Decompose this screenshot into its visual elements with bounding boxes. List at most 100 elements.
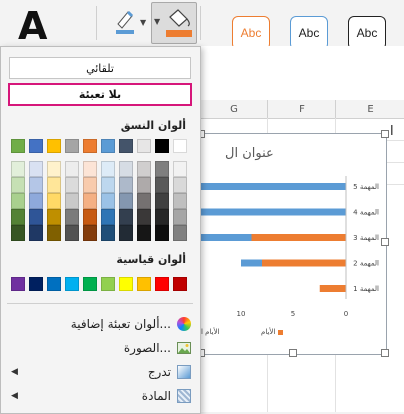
standard-color-swatch[interactable] [101, 277, 115, 291]
theme-shade-swatch[interactable] [11, 161, 25, 177]
theme-shade-swatch[interactable] [83, 161, 97, 177]
standard-color-swatch[interactable] [155, 277, 169, 291]
theme-shade-swatch[interactable] [29, 225, 43, 241]
bar-segment[interactable] [241, 259, 262, 267]
no-fill-button[interactable]: بلا تعبئة [8, 83, 192, 106]
theme-shade-swatch[interactable] [29, 209, 43, 225]
standard-color-swatch[interactable] [119, 277, 133, 291]
standard-color-swatch[interactable] [83, 277, 97, 291]
fill-color-button[interactable]: ▼ [151, 2, 197, 44]
resize-handle[interactable] [381, 238, 389, 246]
theme-shade-swatch[interactable] [65, 161, 79, 177]
theme-shade-swatch[interactable] [155, 161, 169, 177]
theme-shade-swatch[interactable] [137, 225, 151, 241]
automatic-button[interactable]: تلقائي [9, 57, 191, 79]
theme-shade-swatch[interactable] [119, 193, 133, 209]
theme-shade-swatch[interactable] [65, 209, 79, 225]
standard-color-swatch[interactable] [65, 277, 79, 291]
bar-segment[interactable] [251, 234, 347, 241]
theme-shade-swatch[interactable] [11, 225, 25, 241]
resize-handle[interactable] [289, 349, 297, 357]
theme-shade-swatch[interactable] [101, 209, 115, 225]
chart-area[interactable]: عنوان ال المهمة 5 المهمة 4 المهمة 3 المهمة … [200, 133, 387, 355]
theme-shade-swatch[interactable] [173, 193, 187, 209]
theme-shade-swatch[interactable] [155, 193, 169, 209]
column-header-g[interactable]: G [199, 100, 268, 119]
theme-shade-swatch[interactable] [155, 225, 169, 241]
theme-shade-swatch[interactable] [11, 177, 25, 193]
bar-segment[interactable] [319, 285, 346, 292]
theme-shade-swatch[interactable] [65, 177, 79, 193]
standard-color-swatch[interactable] [29, 277, 43, 291]
picture-item[interactable]: الصورة... [11, 339, 191, 357]
theme-color-swatch[interactable] [137, 139, 151, 153]
theme-shade-swatch[interactable] [173, 225, 187, 241]
column-header-e[interactable]: E [335, 100, 404, 119]
theme-shade-swatch[interactable] [101, 161, 115, 177]
theme-shade-swatch[interactable] [83, 193, 97, 209]
theme-shade-swatch[interactable] [137, 209, 151, 225]
shape-style-orange[interactable]: Abc [232, 16, 270, 50]
theme-shade-swatch[interactable] [47, 177, 61, 193]
texture-item[interactable]: المادة [11, 387, 191, 405]
shape-style-black[interactable]: Abc [348, 16, 386, 50]
theme-shade-swatch[interactable] [173, 161, 187, 177]
bar-segment[interactable] [201, 234, 252, 241]
theme-shade-swatch[interactable] [119, 177, 133, 193]
theme-shade-swatch[interactable] [137, 193, 151, 209]
theme-shade-swatch[interactable] [137, 161, 151, 177]
theme-shade-swatch[interactable] [173, 209, 187, 225]
standard-color-swatch[interactable] [173, 277, 187, 291]
theme-shade-swatch[interactable] [101, 225, 115, 241]
theme-shade-swatch[interactable] [155, 177, 169, 193]
standard-color-swatch[interactable] [11, 277, 25, 291]
theme-shade-swatch[interactable] [29, 177, 43, 193]
chevron-down-icon[interactable]: ▼ [140, 18, 146, 27]
chevron-down-icon[interactable]: ▼ [154, 17, 160, 26]
theme-color-swatch[interactable] [101, 139, 115, 153]
theme-shade-swatch[interactable] [47, 209, 61, 225]
standard-color-swatch[interactable] [47, 277, 61, 291]
theme-shade-swatch[interactable] [65, 225, 79, 241]
theme-shade-swatch[interactable] [83, 209, 97, 225]
theme-shade-swatch[interactable] [47, 193, 61, 209]
theme-shade-swatch[interactable] [11, 209, 25, 225]
theme-shade-swatch[interactable] [137, 177, 151, 193]
bar-segment[interactable] [201, 208, 346, 216]
theme-shade-swatch[interactable] [83, 225, 97, 241]
theme-shade-swatch[interactable] [47, 225, 61, 241]
line-color-button[interactable] [112, 6, 140, 40]
theme-shade-swatch[interactable] [119, 161, 133, 177]
theme-shade-swatch[interactable] [101, 193, 115, 209]
theme-shade-swatch[interactable] [47, 161, 61, 177]
more-fill-colors-item[interactable]: ألوان تعبئة إضافية... [11, 315, 191, 333]
bar-segment[interactable] [201, 183, 346, 190]
theme-color-swatch[interactable] [119, 139, 133, 153]
bar-segment[interactable] [262, 259, 346, 267]
theme-shade-swatch[interactable] [29, 193, 43, 209]
theme-color-swatch[interactable] [47, 139, 61, 153]
no-fill-label: بلا تعبئة [78, 88, 122, 101]
resize-handle[interactable] [381, 349, 389, 357]
gradient-icon [177, 365, 191, 379]
theme-color-swatch[interactable] [11, 139, 25, 153]
resize-handle[interactable] [381, 130, 389, 138]
theme-color-swatch[interactable] [155, 139, 169, 153]
theme-shade-swatch[interactable] [119, 209, 133, 225]
theme-color-swatch[interactable] [29, 139, 43, 153]
theme-shade-swatch[interactable] [29, 161, 43, 177]
theme-shade-swatch[interactable] [11, 193, 25, 209]
theme-shade-swatch[interactable] [83, 177, 97, 193]
theme-shade-swatch[interactable] [155, 209, 169, 225]
theme-color-swatch[interactable] [173, 139, 187, 153]
theme-color-swatch[interactable] [65, 139, 79, 153]
gradient-item[interactable]: تدرج [11, 363, 191, 381]
theme-shade-swatch[interactable] [119, 225, 133, 241]
theme-shade-swatch[interactable] [101, 177, 115, 193]
theme-shade-swatch[interactable] [65, 193, 79, 209]
standard-color-swatch[interactable] [137, 277, 151, 291]
theme-color-swatch[interactable] [83, 139, 97, 153]
shape-style-blue[interactable]: Abc [290, 16, 328, 50]
column-header-f[interactable]: F [267, 100, 336, 119]
theme-shade-swatch[interactable] [173, 177, 187, 193]
